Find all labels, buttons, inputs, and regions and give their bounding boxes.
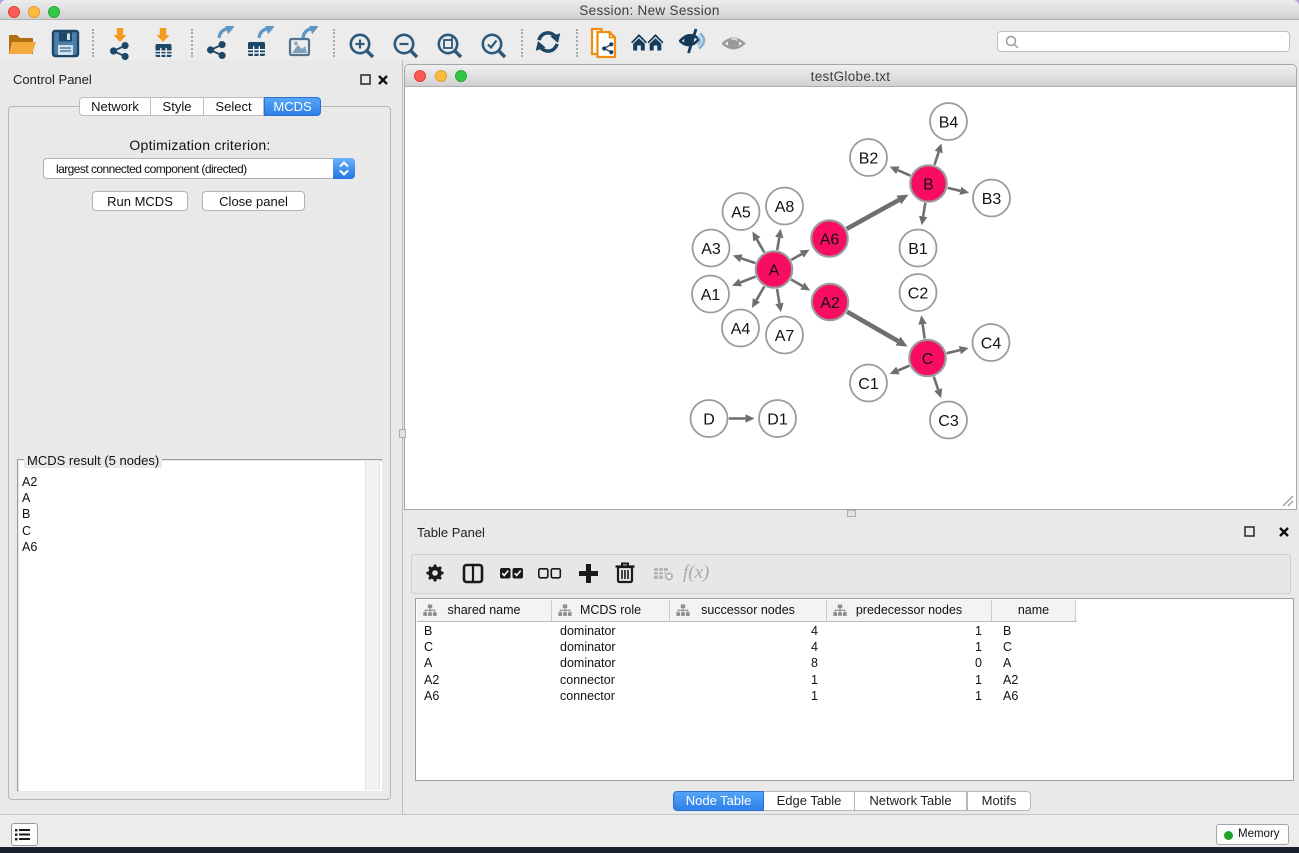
svg-text:A4: A4 (731, 321, 751, 338)
svg-text:B4: B4 (939, 114, 959, 131)
svg-text:B2: B2 (859, 150, 879, 167)
svg-text:A2: A2 (820, 295, 840, 312)
svg-text:A6: A6 (820, 231, 840, 248)
svg-text:C4: C4 (981, 335, 1002, 352)
svg-text:A: A (769, 262, 780, 279)
svg-text:C: C (922, 351, 934, 368)
svg-text:D1: D1 (767, 411, 788, 428)
svg-text:A7: A7 (775, 328, 795, 345)
svg-text:C2: C2 (908, 285, 929, 302)
svg-text:B3: B3 (982, 191, 1002, 208)
svg-text:C3: C3 (938, 413, 959, 430)
svg-text:D: D (703, 411, 715, 428)
svg-text:B: B (923, 176, 934, 193)
svg-text:C1: C1 (858, 376, 879, 393)
svg-text:A8: A8 (775, 199, 795, 216)
svg-text:A5: A5 (731, 204, 751, 221)
svg-text:A3: A3 (701, 241, 721, 258)
svg-text:B1: B1 (908, 241, 928, 258)
svg-text:f(x): f(x) (683, 562, 709, 583)
svg-text:A1: A1 (701, 287, 721, 304)
